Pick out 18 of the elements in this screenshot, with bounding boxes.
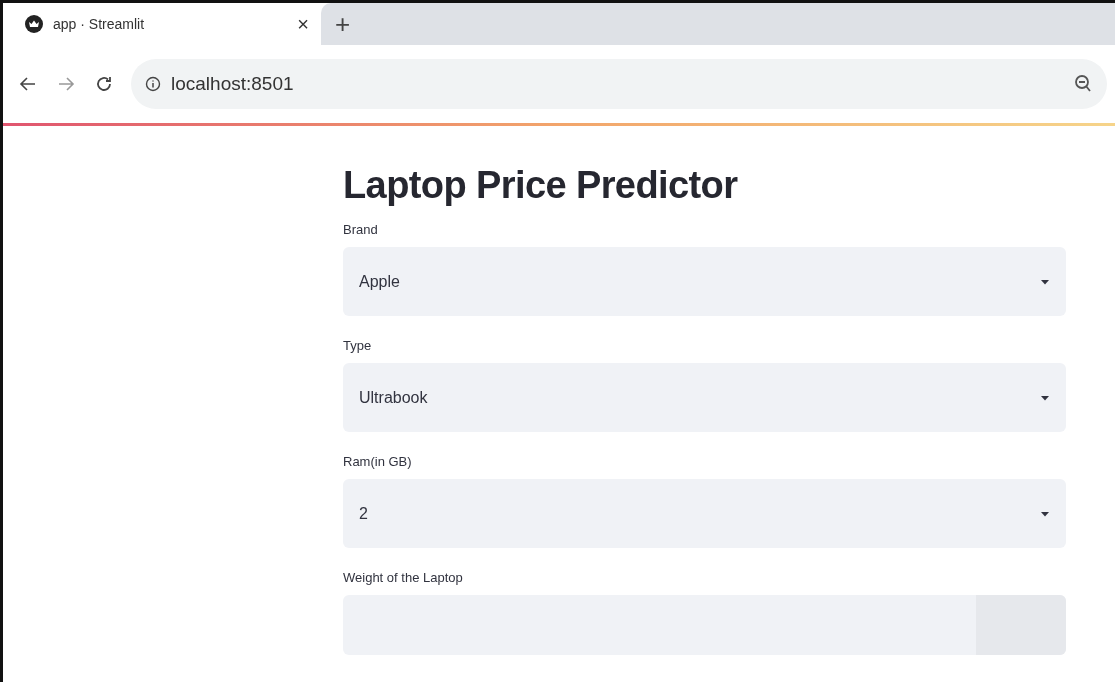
field-label: Weight of the Laptop [343,570,463,585]
caret-icon [1040,278,1050,285]
page-title: Laptop Price Predictor [343,163,739,208]
number-input[interactable] [343,595,1066,655]
caret-icon [1040,394,1050,401]
field-label: Brand [343,222,378,237]
address-bar[interactable]: localhost:8501 [131,59,1107,109]
select-dropdown[interactable]: 2 [343,479,1066,548]
new-tab-button[interactable]: + [321,8,365,40]
crown-icon [25,15,43,33]
select-dropdown[interactable]: Apple [343,247,1066,316]
select-dropdown[interactable]: Ultrabook [343,363,1066,432]
field-label: Type [343,338,372,353]
field-label: Ram(in GB) [343,454,412,469]
caret-icon [1040,510,1050,517]
info-icon [145,76,161,92]
close-tab-icon[interactable]: × [297,12,309,36]
browser-tab[interactable]: app · Streamlit × [3,3,321,45]
